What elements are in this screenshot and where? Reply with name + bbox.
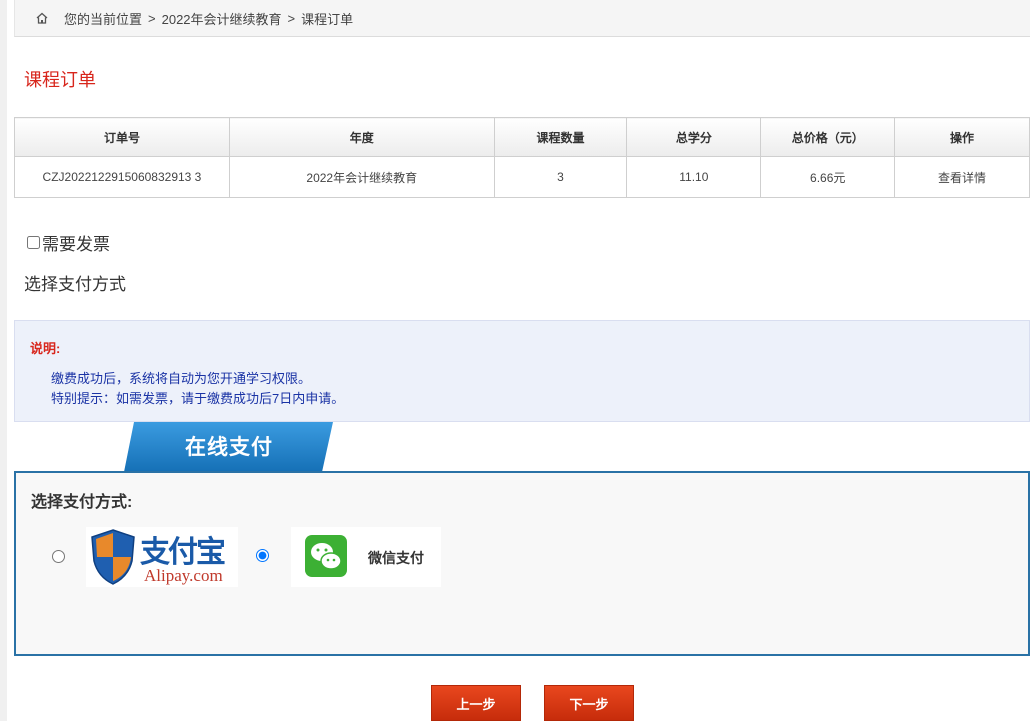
cell-course-count: 3 — [493, 156, 628, 198]
cell-total-price: 6.66元 — [760, 156, 896, 198]
column-header-credits: 总学分 — [626, 117, 762, 157]
alipay-name: 支付宝 — [140, 535, 226, 570]
alipay-radio[interactable] — [52, 550, 65, 563]
column-header-total-price: 总价格（元） — [760, 117, 896, 157]
notice-title: 说明: — [30, 341, 61, 356]
alipay-domain: Alipay.com — [144, 566, 223, 585]
payment-method-heading: 选择支付方式 — [24, 275, 126, 294]
wechat-icon — [305, 535, 347, 577]
orders-table: 订单号 年度 课程数量 总学分 总价格（元） 操作 CZJ20221229150… — [14, 117, 1030, 198]
invoice-label: 需要发票 — [42, 235, 110, 254]
wechat-pay-option[interactable]: 微信支付 — [291, 527, 441, 587]
column-header-year: 年度 — [228, 117, 495, 157]
cell-order-no: CZJ2022122915060832913 3 — [14, 156, 230, 198]
home-icon[interactable] — [35, 11, 49, 25]
alipay-shield-icon — [91, 529, 135, 585]
breadcrumb-item-current: 课程订单 — [301, 11, 354, 27]
column-header-order-no: 订单号 — [14, 117, 230, 157]
notice-box: 说明: 缴费成功后，系统将自动为您开通学习权限。 特别提示：如需发票，请于缴费成… — [14, 320, 1030, 422]
invoice-checkbox[interactable] — [27, 236, 40, 249]
previous-step-button[interactable]: 上一步 — [431, 685, 521, 721]
table-row: CZJ2022122915060832913 3 2022年会计继续教育 3 1… — [14, 156, 1030, 198]
column-header-action: 操作 — [894, 117, 1030, 157]
view-details-link[interactable]: 查看详情 — [894, 156, 1030, 198]
breadcrumb-separator: > — [148, 10, 156, 26]
wechat-pay-radio[interactable] — [256, 549, 269, 562]
column-header-course-count: 课程数量 — [493, 117, 628, 157]
breadcrumb: 您的当前位置 > 2022年会计继续教育 > 课程订单 — [14, 0, 1030, 37]
breadcrumb-item-year[interactable]: 2022年会计继续教育 — [162, 9, 282, 28]
wechat-pay-label: 微信支付 — [368, 550, 424, 566]
left-edge-strip — [0, 0, 7, 721]
next-step-button[interactable]: 下一步 — [544, 685, 634, 721]
alipay-option[interactable]: 支付宝 Alipay.com — [86, 527, 238, 587]
payment-box: 选择支付方式: 支付宝 Alipay.com 微信支付 — [14, 471, 1030, 656]
page-title: 课程订单 — [24, 70, 96, 90]
online-payment-tab[interactable]: 在线支付 — [124, 420, 334, 472]
table-header-row: 订单号 年度 课程数量 总学分 总价格（元） 操作 — [14, 117, 1030, 157]
notice-line: 缴费成功后，系统将自动为您开通学习权限。 — [51, 371, 312, 386]
notice-line: 特别提示：如需发票，请于缴费成功后7日内申请。 — [51, 391, 345, 406]
invoice-option[interactable]: 需要发票 — [27, 230, 110, 255]
breadcrumb-separator: > — [287, 10, 296, 26]
breadcrumb-prefix: 您的当前位置 — [64, 11, 143, 27]
cell-credits: 11.10 — [626, 156, 762, 198]
payment-box-title: 选择支付方式: — [31, 494, 133, 511]
cell-year: 2022年会计继续教育 — [228, 156, 495, 198]
